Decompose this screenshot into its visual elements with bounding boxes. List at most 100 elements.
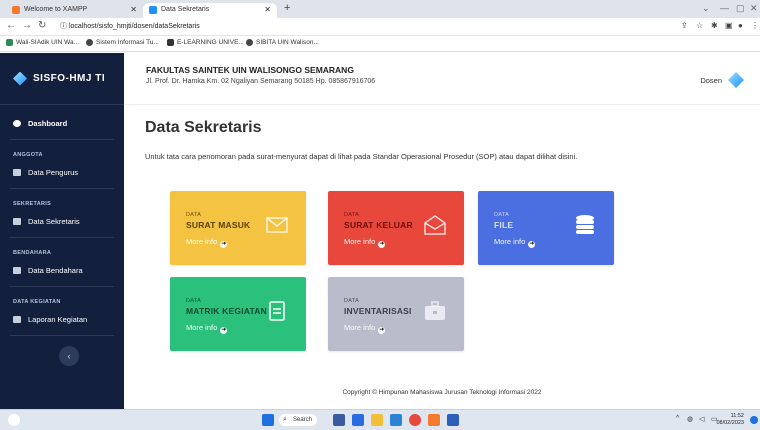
- menu-icon[interactable]: ⋮: [751, 21, 759, 30]
- weather-icon[interactable]: [8, 414, 20, 426]
- user-menu[interactable]: Dosen: [700, 72, 744, 88]
- footer: Copyright © Himpunan Mahasiswa Jurusan T…: [124, 377, 760, 409]
- main-content: Data Sekretaris Untuk tata cara penomora…: [124, 105, 760, 409]
- forward-icon[interactable]: →: [22, 20, 32, 31]
- bookmark-icon: [246, 39, 253, 46]
- extensions-icon[interactable]: ✱: [711, 21, 718, 30]
- chevron-down-icon[interactable]: ⌄: [702, 3, 710, 14]
- more-info-link[interactable]: More info ➜: [344, 237, 386, 248]
- divider: [10, 188, 114, 189]
- globe-icon[interactable]: ◍: [687, 415, 693, 423]
- chevron-up-icon[interactable]: ^: [676, 415, 679, 422]
- date: 08/02/2023: [716, 420, 744, 426]
- url-path: /sisfo_hmjti/dosen/dataSekretaris: [96, 23, 200, 30]
- sidebar-toggle-button[interactable]: ‹: [59, 346, 79, 366]
- bookmark-item[interactable]: SIBITA UIN Walison...: [246, 39, 319, 46]
- info-icon: ⓘ: [60, 23, 69, 30]
- tab-label: Data Sekretaris: [161, 6, 210, 13]
- bookmark-item[interactable]: E-LEARNING UNIVE...: [167, 39, 244, 46]
- close-icon[interactable]: ✕: [130, 5, 137, 14]
- sidebar: SISFO-HMJ TI Dashboard ANGGOTA Data Peng…: [0, 53, 124, 409]
- maximize-icon[interactable]: ▢: [736, 3, 745, 14]
- user-role: Dosen: [700, 75, 722, 85]
- search-icon: ⌕: [283, 416, 287, 423]
- card-matrik-kegiatan[interactable]: DATA MATRIK KEGIATAN More info ➜: [170, 277, 306, 351]
- avatar: [728, 72, 744, 88]
- task-view-icon[interactable]: [333, 414, 345, 426]
- sidebar-item-label: Dashboard: [28, 118, 68, 128]
- inbox-icon: [13, 217, 21, 225]
- url-host: localhost: [68, 23, 97, 30]
- clock[interactable]: 11:52 08/02/2023: [716, 413, 744, 427]
- taskbar-search[interactable]: ⌕ Search: [279, 414, 317, 426]
- copyright-text: Copyright © Himpunan Mahasiswa Jurusan T…: [342, 389, 542, 396]
- reload-icon[interactable]: ↻: [38, 20, 46, 31]
- card-inventarisasi[interactable]: DATA INVENTARISASI More info ➜: [328, 277, 464, 351]
- faculty-address: Jl. Prof. Dr. Hamka Km. 02 Ngaliyan Sema…: [146, 78, 376, 85]
- xampp-icon[interactable]: [428, 414, 440, 426]
- word-icon[interactable]: [447, 414, 459, 426]
- card-surat-masuk[interactable]: DATA SURAT MASUK More info ➜: [170, 191, 306, 265]
- new-tab-button[interactable]: +: [284, 2, 290, 14]
- card-surat-keluar[interactable]: DATA SURAT KELUAR More info ➜: [328, 191, 464, 265]
- star-icon[interactable]: ☆: [696, 21, 703, 30]
- card-label: DATA: [494, 212, 510, 218]
- bookmark-icon: [6, 39, 13, 46]
- tab-xampp[interactable]: Welcome to XAMPP ✕: [6, 3, 143, 18]
- money-icon: [13, 266, 21, 274]
- bookmark-icon: [167, 39, 174, 46]
- taskbar: ⌕ Search ^ ◍ ◁ ▭ 11:52 08/02/2023: [0, 409, 760, 430]
- arrow-circle-icon: ➜: [378, 327, 386, 334]
- url-field[interactable]: ⓘ localhost/sisfo_hmjti/dosen/dataSekret…: [60, 21, 200, 31]
- chat-icon[interactable]: [352, 414, 364, 426]
- back-icon[interactable]: ←: [6, 20, 16, 31]
- arrow-circle-icon: ➜: [378, 241, 386, 248]
- sidebar-heading: ANGGOTA: [13, 152, 43, 158]
- sidebar-item-dashboard[interactable]: Dashboard: [0, 113, 124, 133]
- windows-start-icon[interactable]: [262, 414, 274, 426]
- sop-notice: Untuk tata cara penomoran pada surat-men…: [145, 152, 578, 161]
- divider: [10, 286, 114, 287]
- bookmark-icon: [86, 39, 93, 46]
- tab-label: Welcome to XAMPP: [24, 6, 88, 13]
- sidebar-item-label: Laporan Kegiatan: [28, 314, 88, 324]
- faculty-name: FAKULTAS SAINTEK UIN WALISONGO SEMARANG: [146, 65, 354, 75]
- card-label: DATA: [186, 298, 202, 304]
- more-info-link[interactable]: More info ➜: [344, 323, 386, 334]
- topbar: FAKULTAS SAINTEK UIN WALISONGO SEMARANG …: [124, 53, 760, 105]
- chrome-icon[interactable]: [409, 414, 421, 426]
- envelope-icon: [266, 217, 288, 233]
- close-window-icon[interactable]: ✕: [750, 3, 758, 14]
- sidepanel-icon[interactable]: ▣: [725, 21, 733, 30]
- brand[interactable]: SISFO-HMJ TI: [0, 53, 124, 105]
- notification-icon[interactable]: [750, 416, 758, 424]
- bookmark-item[interactable]: Wali-SIAdik UIN Wa...: [6, 39, 79, 46]
- share-icon[interactable]: ⇪: [681, 21, 688, 30]
- page-title: Data Sekretaris: [145, 119, 262, 136]
- file-explorer-icon[interactable]: [371, 414, 383, 426]
- bookmark-item[interactable]: Sistem Informasi Tu...: [86, 39, 159, 46]
- card-title: FILE: [494, 220, 514, 230]
- database-icon: [576, 215, 594, 234]
- sidebar-item-data-sekretaris[interactable]: Data Sekretaris: [0, 211, 124, 231]
- folder-icon: [13, 315, 21, 323]
- profile-icon[interactable]: ●: [738, 21, 743, 30]
- brand-name: SISFO-HMJ TI: [33, 73, 106, 84]
- tab-data-sekretaris[interactable]: Data Sekretaris ✕: [143, 3, 277, 18]
- bookmarks-bar: Wali-SIAdik UIN Wa... Sistem Informasi T…: [0, 36, 760, 52]
- dashboard-icon: [13, 119, 21, 127]
- sidebar-item-data-pengurus[interactable]: Data Pengurus: [0, 162, 124, 182]
- card-file[interactable]: DATA FILE More info ➜: [478, 191, 614, 265]
- sidebar-item-laporan-kegiatan[interactable]: Laporan Kegiatan: [0, 309, 124, 329]
- more-info-link[interactable]: More info ➜: [186, 237, 228, 248]
- sidebar-item-label: Data Sekretaris: [28, 216, 80, 226]
- close-icon[interactable]: ✕: [264, 5, 271, 14]
- more-info-link[interactable]: More info ➜: [494, 237, 536, 248]
- more-info-link[interactable]: More info ➜: [186, 323, 228, 334]
- card-label: DATA: [344, 212, 360, 218]
- sidebar-item-data-bendahara[interactable]: Data Bendahara: [0, 260, 124, 280]
- minimize-icon[interactable]: —: [720, 3, 729, 13]
- mail-icon[interactable]: [390, 414, 402, 426]
- sidebar-heading: DATA KEGIATAN: [13, 299, 61, 305]
- speaker-icon[interactable]: ◁: [699, 415, 704, 423]
